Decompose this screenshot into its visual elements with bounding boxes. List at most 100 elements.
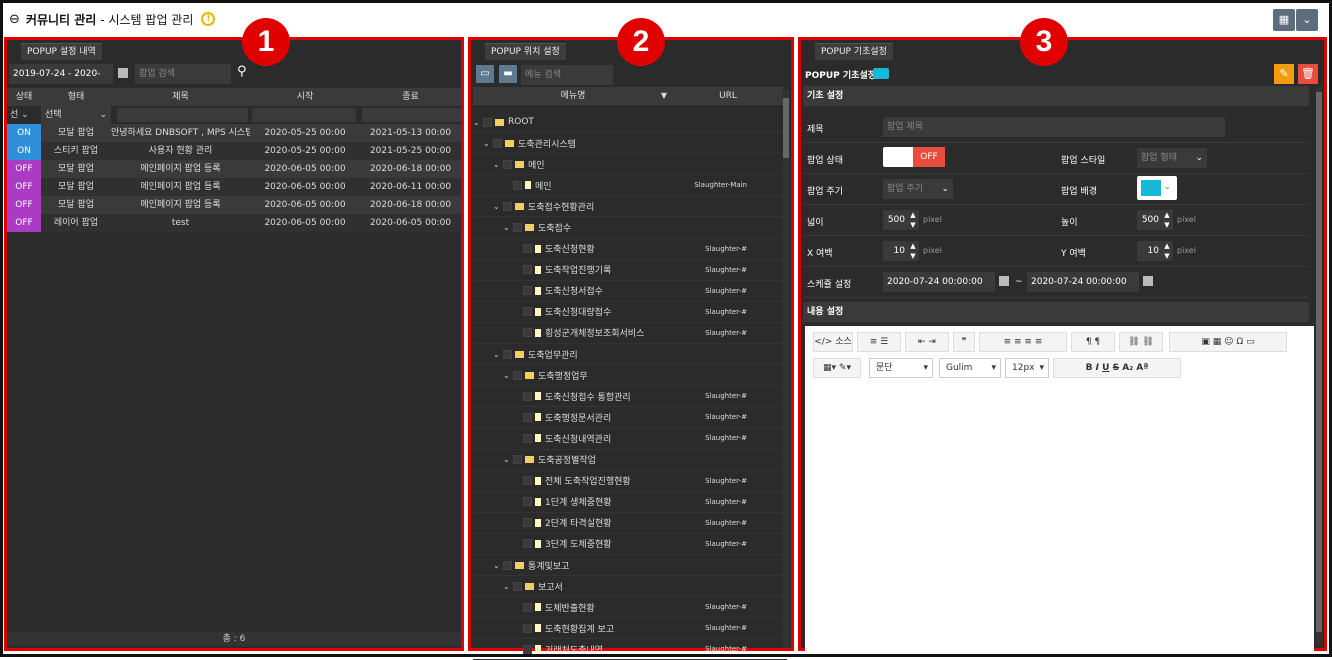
tree-checkbox[interactable] xyxy=(523,391,532,401)
tree-checkbox[interactable] xyxy=(523,244,532,254)
open-folder-icon[interactable]: ▬ xyxy=(499,65,517,83)
tree-checkbox[interactable] xyxy=(523,497,532,507)
table-row[interactable]: OFF 모달 팝업 메인페이지 팝업 등록 2020-06-05 00:00 2020-… xyxy=(7,196,461,214)
list-buttons[interactable]: ≡ ☰ xyxy=(857,332,901,352)
font-select[interactable]: Gulim ▾ xyxy=(939,358,1001,378)
chevron-down-icon[interactable]: ⌄ xyxy=(473,118,483,127)
x-margin-stepper[interactable]: ▲ ▼ xyxy=(907,241,919,261)
chevron-down-icon[interactable]: ⌄ xyxy=(503,455,513,464)
col-end[interactable]: 종료 xyxy=(360,88,461,106)
calendar-icon[interactable] xyxy=(118,68,128,78)
col-title[interactable]: 제목 xyxy=(111,88,250,106)
tree-item[interactable]: ⌄ 도축접수현황관리 xyxy=(473,196,787,218)
delete-button[interactable]: 🗑 xyxy=(1298,64,1318,84)
col-start[interactable]: 시작 xyxy=(250,88,360,106)
schedule-end-input[interactable]: 2020-07-24 00:00:00 xyxy=(1027,272,1139,292)
width-stepper[interactable]: ▲ ▼ xyxy=(907,210,919,230)
tree-checkbox[interactable] xyxy=(523,623,532,633)
edit-button[interactable]: ✎ xyxy=(1274,64,1294,84)
align-buttons[interactable]: ≡ ≡ ≡ ≡ xyxy=(979,332,1067,352)
chevron-down-icon[interactable]: ⌄ xyxy=(503,582,513,591)
tab-popup-position[interactable]: POPUP 위치 설정 xyxy=(485,43,566,60)
tree-item[interactable]: 도축신청내역관리 Slaughter-# xyxy=(473,428,787,450)
tree-checkbox[interactable] xyxy=(523,539,532,549)
tree-checkbox[interactable] xyxy=(513,581,522,591)
back-icon[interactable]: ⊖ xyxy=(9,12,20,27)
col-url[interactable]: URL xyxy=(673,87,783,105)
tree-item[interactable]: 도축신청서접수 Slaughter-# xyxy=(473,281,787,302)
col-status[interactable]: 상태 xyxy=(7,88,41,106)
chevron-down-icon[interactable]: ⌄ xyxy=(493,202,503,211)
tree-checkbox[interactable] xyxy=(523,602,532,612)
menu-search-input[interactable]: 메뉴 검색 xyxy=(521,65,613,85)
end-filter[interactable] xyxy=(362,108,461,122)
tree-item[interactable]: 2단계 타격실현황 Slaughter-# xyxy=(473,513,787,534)
tree-item[interactable]: 도축신청대량접수 Slaughter-# xyxy=(473,302,787,323)
y-margin-stepper[interactable]: ▲ ▼ xyxy=(1161,241,1173,261)
height-input[interactable]: 500 xyxy=(1137,210,1161,230)
tree-checkbox[interactable] xyxy=(523,476,532,486)
tree-item[interactable]: 도축행정문서관리 Slaughter-# xyxy=(473,407,787,429)
link-buttons[interactable]: ⛓ ⛓ xyxy=(1119,332,1163,352)
cycle-select[interactable]: 팝업 주기 ⌄ xyxy=(883,179,953,199)
status-filter[interactable]: 선 ⌄ xyxy=(7,106,41,124)
color-buttons[interactable]: ▦▾ ✎▾ xyxy=(813,358,861,378)
tree-item[interactable]: ⌄ 도축공정별작업 xyxy=(473,450,787,471)
tree-item[interactable]: 횡성군개체정보조회서비스 Slaughter-# xyxy=(473,323,787,345)
size-select[interactable]: 12px ▾ xyxy=(1005,358,1049,378)
tree-item[interactable]: 도체반출현황 Slaughter-# xyxy=(473,597,787,619)
width-input[interactable]: 500 xyxy=(883,210,907,230)
chevron-down-icon[interactable]: ⌄ xyxy=(503,371,513,380)
chevron-down-icon[interactable]: ⌄ xyxy=(493,350,503,359)
quote-button[interactable]: ❞ xyxy=(953,332,975,352)
tree-item[interactable]: ⌄ 통계및보고 xyxy=(473,555,787,577)
chevron-down-icon[interactable]: ⌄ xyxy=(493,561,503,570)
tree-checkbox[interactable] xyxy=(513,370,522,380)
tree-checkbox[interactable] xyxy=(513,455,522,465)
indent-buttons[interactable]: ⇤ ⇥ xyxy=(905,332,949,352)
grid-view-button[interactable]: ▦ xyxy=(1273,9,1295,31)
tree-checkbox[interactable] xyxy=(503,349,512,359)
tab-popup-basic[interactable]: POPUP 기초설정 xyxy=(815,43,893,60)
chevron-down-icon[interactable]: ⌄ xyxy=(503,223,513,232)
paragraph-select[interactable]: 문단 ▾ xyxy=(869,358,933,378)
tree-item[interactable]: 도축작업진행기록 Slaughter-# xyxy=(473,260,787,281)
tree-scrollbar[interactable] xyxy=(783,90,789,648)
insert-buttons[interactable]: ▣ ▦ ☺ Ω ▭ xyxy=(1169,332,1287,352)
tree-checkbox[interactable] xyxy=(483,117,492,127)
tree-checkbox[interactable] xyxy=(493,138,502,148)
tree-item[interactable]: 도축현황집계 보고 Slaughter-# xyxy=(473,618,787,640)
tree-checkbox[interactable] xyxy=(523,518,532,528)
schedule-start-input[interactable]: 2020-07-24 00:00:00 xyxy=(883,272,995,292)
start-calendar-icon[interactable] xyxy=(999,276,1009,286)
source-button[interactable]: </> 소스 xyxy=(813,332,853,352)
tree-checkbox[interactable] xyxy=(523,307,532,317)
type-filter[interactable]: 선택 ⌄ xyxy=(41,106,111,124)
tree-item[interactable]: ⌄ ROOT xyxy=(473,112,787,134)
dropdown-button[interactable]: ⌄ xyxy=(1296,9,1318,31)
tree-item[interactable]: 전체 도축작업진행현황 Slaughter-# xyxy=(473,471,787,492)
tab-popup-list[interactable]: POPUP 설정 내역 xyxy=(21,43,102,60)
x-margin-input[interactable]: 10 xyxy=(883,241,907,261)
format-buttons[interactable]: B I U S A₂ Aª xyxy=(1053,358,1181,378)
tree-checkbox[interactable] xyxy=(503,159,512,169)
settings-scrollbar[interactable] xyxy=(1316,86,1322,646)
title-filter[interactable] xyxy=(117,108,248,122)
content-editor[interactable]: </> 소스 ≡ ☰ ⇤ ⇥ ❞ ≡ ≡ ≡ ≡ ¶ ¶ ⛓ ⛓ ▣ ▦ ☺ Ω… xyxy=(805,326,1314,651)
tree-item[interactable]: 3단계 도체중현황 Slaughter-# xyxy=(473,534,787,555)
y-margin-input[interactable]: 10 xyxy=(1137,241,1161,261)
start-filter[interactable] xyxy=(252,108,356,122)
tree-checkbox[interactable] xyxy=(523,286,532,296)
popup-search-input[interactable]: 팝업 검색 xyxy=(135,64,231,84)
tree-checkbox[interactable] xyxy=(513,180,522,190)
table-row[interactable]: ON 스티키 팝업 사용자 현황 관리 2020-05-25 00:00 2021-05… xyxy=(7,142,461,160)
col-type[interactable]: 형태 xyxy=(41,88,111,106)
tree-item[interactable]: ⌄ 도축업무관리 xyxy=(473,344,787,366)
tree-item[interactable]: ⌄ 도축행정업무 xyxy=(473,365,787,387)
tree-checkbox[interactable] xyxy=(523,433,532,443)
tree-item[interactable]: 메인 Slaughter-Main xyxy=(473,175,787,197)
bg-color-picker[interactable]: ⌄ xyxy=(1137,176,1177,200)
settings-scroll-thumb[interactable] xyxy=(1316,92,1322,632)
height-stepper[interactable]: ▲ ▼ xyxy=(1161,210,1173,230)
table-row[interactable]: OFF 모달 팝업 메인페이지 팝업 등록 2020-06-05 00:00 2020-… xyxy=(7,160,461,178)
